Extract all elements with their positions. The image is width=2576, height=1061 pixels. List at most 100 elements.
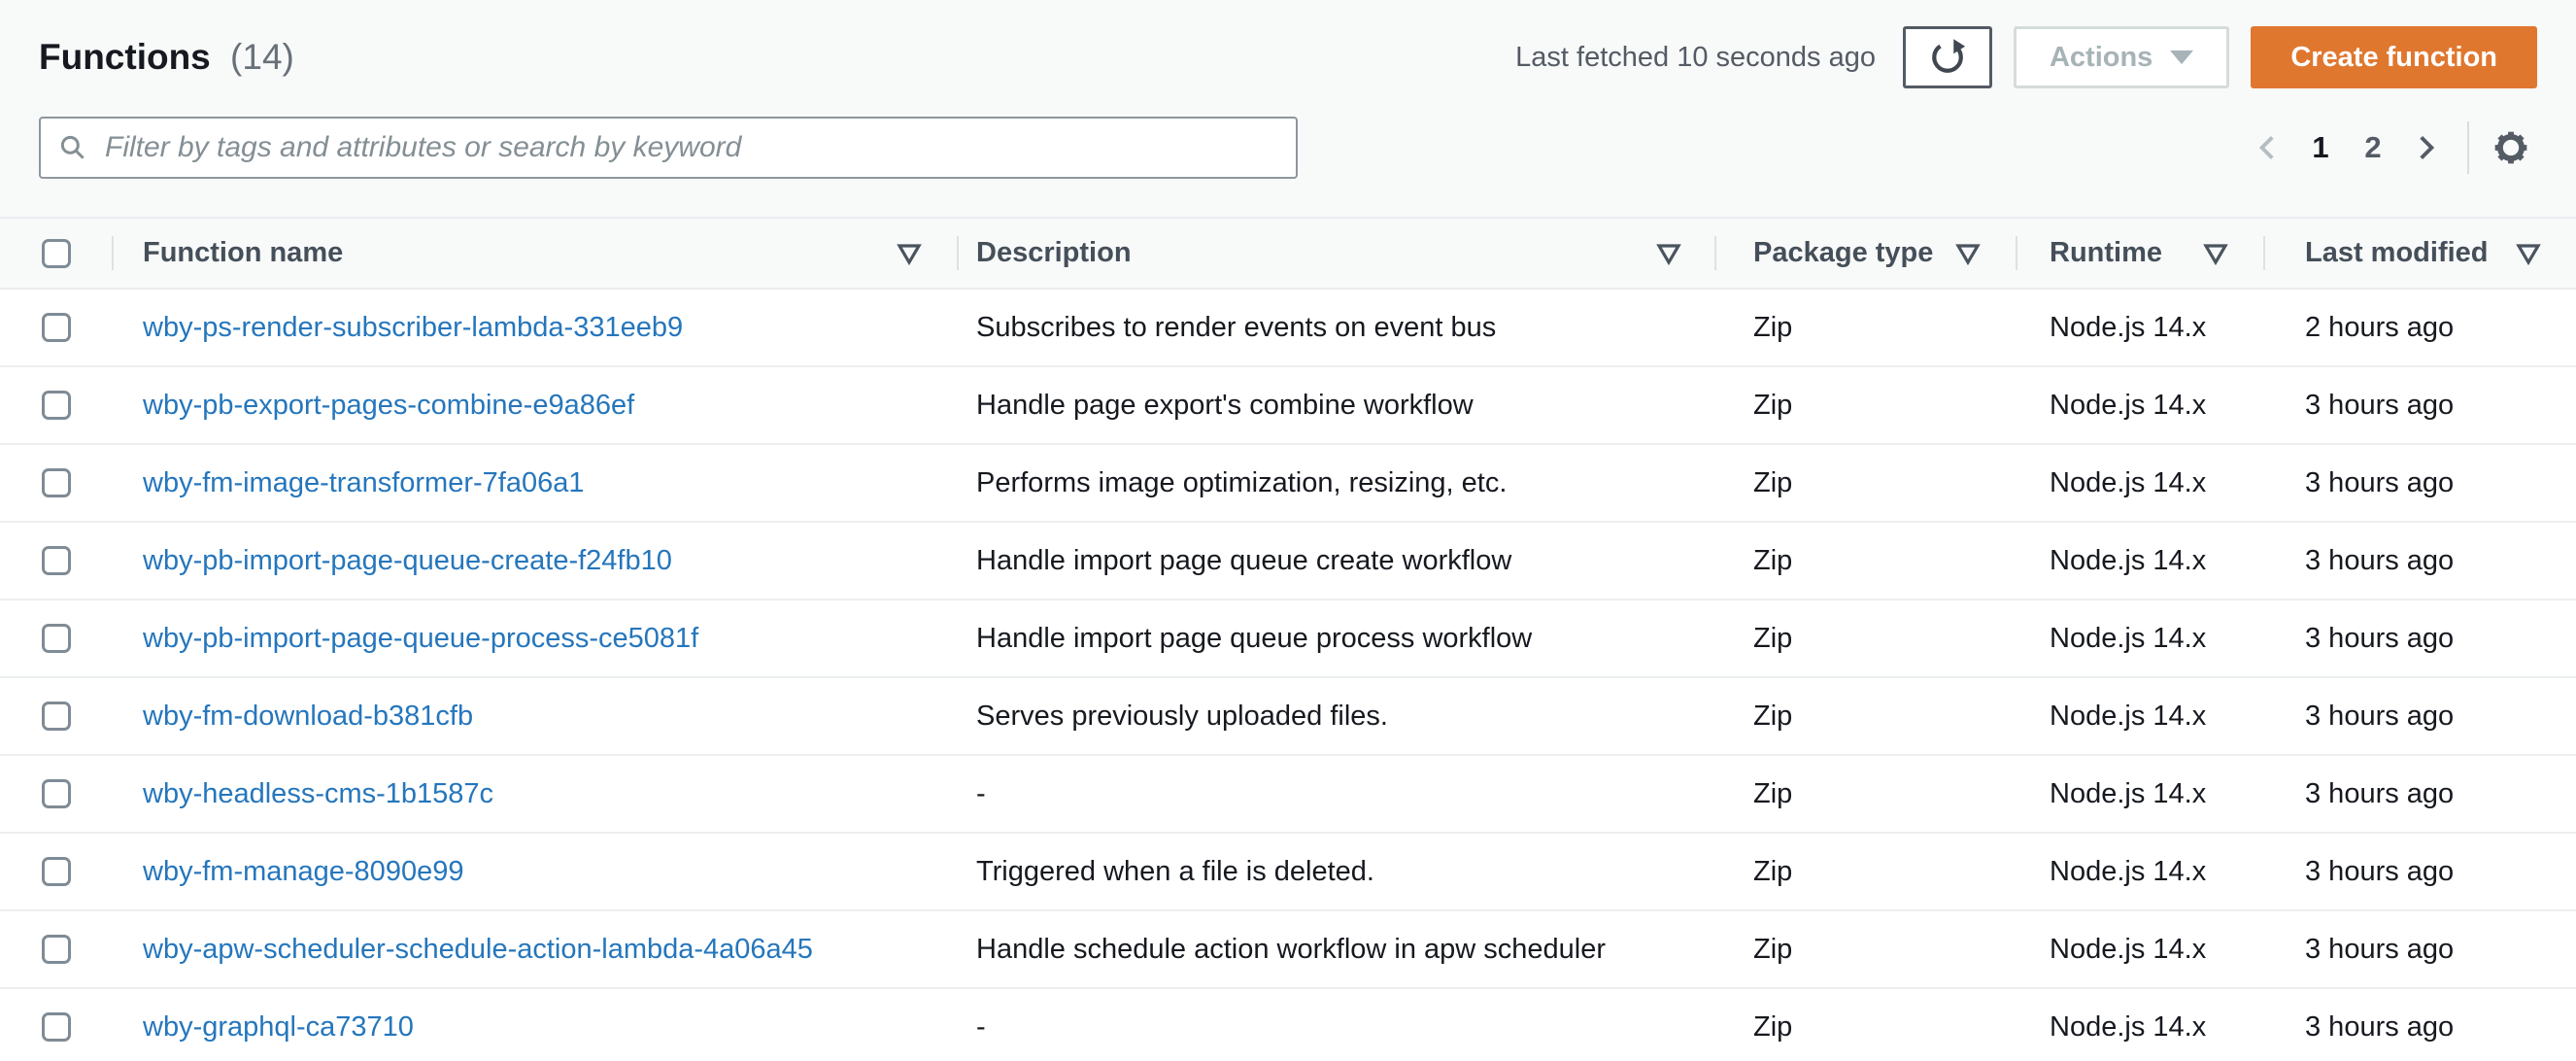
function-name-cell: wby-fm-manage-8090e99: [112, 856, 957, 888]
function-name-cell: wby-pb-import-page-queue-process-ce5081f: [112, 623, 957, 655]
description-cell: Handle import page queue create workflow: [976, 544, 1512, 576]
actions-button[interactable]: Actions: [2013, 26, 2230, 88]
sort-icon: [1955, 242, 1981, 265]
function-name-cell: wby-fm-image-transformer-7fa06a1: [112, 467, 957, 499]
search-box[interactable]: [39, 117, 1298, 179]
select-all-checkbox[interactable]: [41, 238, 71, 268]
settings-button[interactable]: [2485, 120, 2537, 175]
page-number-current: 1: [2312, 130, 2329, 164]
description-cell: -: [976, 1010, 986, 1043]
function-name-link[interactable]: wby-fm-manage-8090e99: [143, 856, 463, 887]
page-header: Functions (14) Last fetched 10 seconds a…: [39, 17, 2537, 97]
column-label: Last modified: [2305, 237, 2489, 268]
row-select-cell: [0, 391, 112, 420]
function-name-link[interactable]: wby-pb-export-pages-combine-e9a86ef: [143, 390, 634, 421]
description-cell: Triggered when a file is deleted.: [976, 855, 1374, 887]
function-name-link[interactable]: wby-fm-download-b381cfb: [143, 701, 473, 732]
column-label: Description: [976, 237, 1132, 268]
package-type-cell: Zip: [1753, 389, 1793, 421]
chevron-left-icon: [2253, 132, 2284, 163]
table-row: wby-headless-cms-1b1587c - Zip Node.js 1…: [0, 756, 2576, 834]
function-name-link[interactable]: wby-pb-import-page-queue-create-f24fb10: [143, 545, 672, 576]
search-input[interactable]: [103, 130, 1280, 165]
function-name-link[interactable]: wby-graphql-ca73710: [143, 1011, 414, 1043]
package-type-cell: Zip: [1753, 700, 1793, 732]
function-name-cell: wby-apw-scheduler-schedule-action-lambda…: [112, 934, 957, 966]
table-row: wby-pb-import-page-queue-process-ce5081f…: [0, 600, 2576, 678]
description-cell: Serves previously uploaded files.: [976, 700, 1388, 732]
row-checkbox[interactable]: [41, 702, 71, 731]
row-checkbox[interactable]: [41, 935, 71, 964]
runtime-cell: Node.js 14.x: [2050, 855, 2207, 887]
refresh-button[interactable]: [1902, 26, 1992, 88]
runtime-cell: Node.js 14.x: [2050, 700, 2207, 732]
package-type-cell: Zip: [1753, 933, 1793, 965]
column-header-package-type[interactable]: Package type: [1714, 219, 2016, 288]
table-row: wby-fm-image-transformer-7fa06a1 Perform…: [0, 445, 2576, 523]
filter-row: 1 2: [39, 117, 2537, 179]
lambda-functions-page: Functions (14) Last fetched 10 seconds a…: [0, 0, 2576, 1061]
pagination-divider: [2467, 121, 2469, 174]
column-label: Runtime: [2050, 237, 2162, 268]
column-header-runtime[interactable]: Runtime: [2016, 219, 2263, 288]
function-name-link[interactable]: wby-fm-image-transformer-7fa06a1: [143, 467, 584, 498]
page-title-text: Functions: [39, 37, 211, 77]
table-row: wby-ps-render-subscriber-lambda-331eeb9 …: [0, 290, 2576, 367]
function-name-link[interactable]: wby-ps-render-subscriber-lambda-331eeb9: [143, 312, 683, 343]
search-icon: [56, 131, 89, 164]
pagination-page-1[interactable]: 1: [2294, 120, 2347, 175]
table-row: wby-apw-scheduler-schedule-action-lambda…: [0, 911, 2576, 989]
function-name-link[interactable]: wby-headless-cms-1b1587c: [143, 778, 493, 809]
row-checkbox[interactable]: [41, 1012, 71, 1042]
pagination: 1 2: [2242, 120, 2537, 175]
package-type-cell: Zip: [1753, 855, 1793, 887]
column-header-description[interactable]: Description: [957, 219, 1714, 288]
description-cell: -: [976, 777, 986, 809]
last-modified-cell: 3 hours ago: [2305, 1010, 2455, 1043]
function-name-cell: wby-ps-render-subscriber-lambda-331eeb9: [112, 312, 957, 344]
runtime-cell: Node.js 14.x: [2050, 777, 2207, 809]
column-header-last-modified[interactable]: Last modified: [2263, 219, 2576, 288]
runtime-cell: Node.js 14.x: [2050, 933, 2207, 965]
last-modified-cell: 3 hours ago: [2305, 855, 2455, 887]
table-row: wby-pb-export-pages-combine-e9a86ef Hand…: [0, 367, 2576, 445]
row-checkbox[interactable]: [41, 546, 71, 575]
row-checkbox[interactable]: [41, 624, 71, 653]
function-name-cell: wby-pb-import-page-queue-create-f24fb10: [112, 545, 957, 577]
row-select-cell: [0, 779, 112, 808]
last-modified-cell: 3 hours ago: [2305, 700, 2455, 732]
refresh-icon: [1928, 38, 1967, 77]
column-header-function-name[interactable]: Function name: [112, 219, 957, 288]
column-label: Function name: [143, 237, 344, 268]
package-type-cell: Zip: [1753, 1010, 1793, 1043]
sort-icon: [1656, 242, 1681, 265]
last-modified-cell: 3 hours ago: [2305, 933, 2455, 965]
last-modified-cell: 2 hours ago: [2305, 311, 2455, 343]
row-checkbox[interactable]: [41, 391, 71, 420]
create-function-label: Create function: [2290, 41, 2497, 73]
package-type-cell: Zip: [1753, 622, 1793, 654]
select-all-cell: [0, 219, 112, 288]
actions-button-label: Actions: [2049, 41, 2153, 73]
row-checkbox[interactable]: [41, 313, 71, 342]
row-checkbox[interactable]: [41, 857, 71, 886]
row-select-cell: [0, 857, 112, 886]
function-name-link[interactable]: wby-pb-import-page-queue-process-ce5081f: [143, 623, 698, 654]
function-name-cell: wby-pb-export-pages-combine-e9a86ef: [112, 390, 957, 422]
pagination-prev-button[interactable]: [2242, 120, 2294, 175]
runtime-cell: Node.js 14.x: [2050, 544, 2207, 576]
function-name-link[interactable]: wby-apw-scheduler-schedule-action-lambda…: [143, 934, 813, 965]
row-checkbox[interactable]: [41, 779, 71, 808]
table-row: wby-pb-import-page-queue-create-f24fb10 …: [0, 523, 2576, 600]
functions-table: Function name Description Package type R…: [0, 217, 2576, 1061]
pagination-next-button[interactable]: [2399, 120, 2452, 175]
last-fetched-text: Last fetched 10 seconds ago: [1515, 41, 1876, 73]
description-cell: Handle schedule action workflow in apw s…: [976, 933, 1607, 965]
description-cell: Handle page export's combine workflow: [976, 389, 1474, 421]
pagination-page-2[interactable]: 2: [2347, 120, 2399, 175]
create-function-button[interactable]: Create function: [2251, 26, 2537, 88]
function-name-cell: wby-fm-download-b381cfb: [112, 701, 957, 733]
last-modified-cell: 3 hours ago: [2305, 622, 2455, 654]
table-row: wby-fm-download-b381cfb Serves previousl…: [0, 678, 2576, 756]
row-checkbox[interactable]: [41, 468, 71, 497]
